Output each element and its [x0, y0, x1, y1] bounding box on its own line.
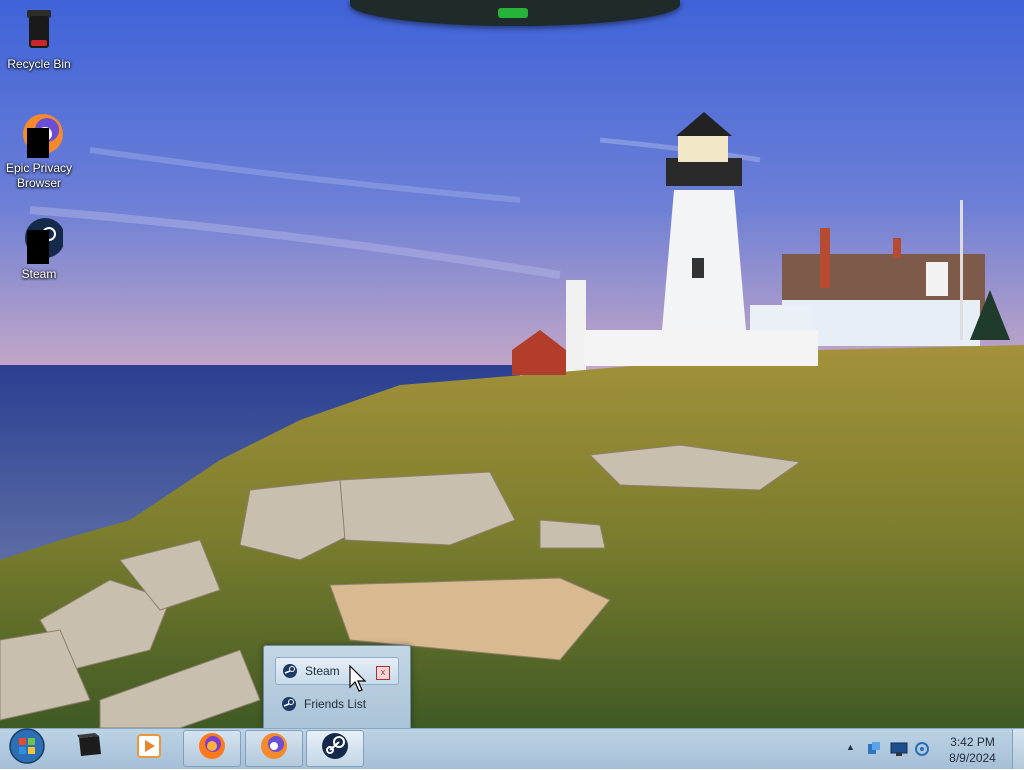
- clock-time: 3:42 PM: [950, 735, 995, 749]
- desktop-icon-label: Epic Privacy Browser: [5, 161, 73, 190]
- jump-list-item-steam[interactable]: Steam x: [275, 657, 399, 685]
- clock-date: 8/9/2024: [949, 751, 996, 765]
- jump-list-item-friends[interactable]: Friends List: [275, 690, 399, 718]
- taskbar-media-player[interactable]: [120, 730, 178, 767]
- taskbar: ▲ 3:42 PM 8/9/2024: [0, 728, 1024, 769]
- jump-list-item-label: Steam: [305, 664, 340, 678]
- desktop-icon-epic-browser[interactable]: Epic Privacy Browser: [1, 110, 77, 191]
- cube-icon: [73, 732, 105, 765]
- recycle-bin-icon: [15, 6, 63, 54]
- taskbar-cube-app[interactable]: [60, 730, 118, 767]
- clock[interactable]: 3:42 PM 8/9/2024: [930, 734, 1015, 766]
- desktop-icon-steam[interactable]: Steam: [1, 216, 77, 282]
- handle-indicator-icon: [498, 8, 528, 18]
- epic-browser-icon: [15, 110, 63, 158]
- taskbar-epic-browser[interactable]: [245, 730, 303, 767]
- desktop-wallpaper: [0, 0, 1024, 728]
- firefox-icon: [197, 731, 227, 766]
- windows-start-orb-icon: [8, 727, 46, 770]
- steam-icon: [281, 696, 297, 712]
- network-icon[interactable]: [866, 741, 882, 762]
- start-button[interactable]: [2, 727, 52, 770]
- media-player-icon: [136, 733, 162, 764]
- taskbar-firefox[interactable]: [183, 730, 241, 767]
- mouse-cursor-icon: [349, 664, 369, 698]
- steam-icon: [282, 663, 298, 679]
- monitor-icon[interactable]: [890, 741, 908, 762]
- show-desktop-button[interactable]: [1012, 729, 1024, 769]
- steam-icon: [320, 731, 350, 766]
- steam-jump-list: Steam x Friends List: [263, 645, 411, 729]
- jump-list-item-label: Friends List: [304, 697, 367, 711]
- tray-overflow-arrow-icon[interactable]: ▲: [846, 742, 855, 752]
- desktop-icon-label: Recycle Bin: [7, 57, 71, 71]
- sync-icon[interactable]: [914, 741, 930, 762]
- close-icon[interactable]: x: [376, 666, 390, 680]
- taskbar-steam[interactable]: [306, 730, 364, 767]
- desktop-icon-label: Steam: [21, 267, 57, 281]
- desktop-icon-recycle-bin[interactable]: Recycle Bin: [1, 6, 77, 72]
- steam-icon: [15, 216, 65, 264]
- epic-browser-icon: [259, 731, 289, 766]
